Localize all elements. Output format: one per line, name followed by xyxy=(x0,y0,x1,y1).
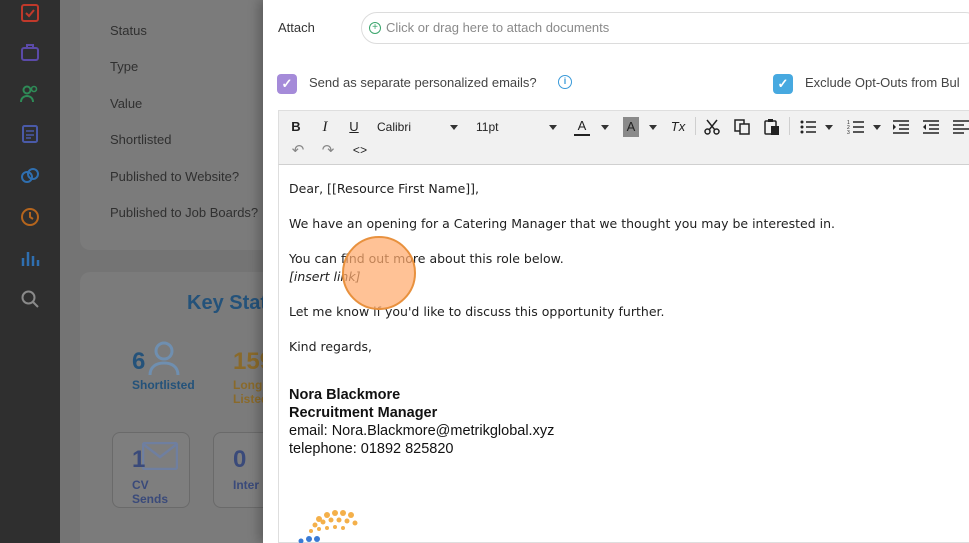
company-logo xyxy=(298,510,358,543)
toolbar-divider xyxy=(695,117,696,135)
body-line: Let me know if you'd like to discuss thi… xyxy=(289,304,665,319)
click-highlight xyxy=(342,236,416,310)
signature-title: Recruitment Manager xyxy=(289,405,438,421)
clock-icon[interactable] xyxy=(19,206,41,228)
chevron-down-icon[interactable] xyxy=(825,125,833,130)
chevron-down-icon[interactable] xyxy=(873,125,881,130)
checkbox-icon[interactable] xyxy=(19,2,41,24)
separate-emails-checkbox[interactable]: ✓ xyxy=(277,74,297,94)
search-icon[interactable] xyxy=(19,288,41,310)
chevron-down-icon[interactable] xyxy=(601,125,609,130)
toolbar-divider xyxy=(789,117,790,135)
key-stats-title: Key Stat xyxy=(187,292,268,314)
attach-label: Attach xyxy=(278,20,315,35)
bullet-list-icon[interactable] xyxy=(799,118,817,136)
chevron-down-icon[interactable] xyxy=(649,125,657,130)
cv-sends-count: 1 xyxy=(132,446,146,473)
document-icon[interactable] xyxy=(19,123,41,145)
undo-button[interactable]: ↶ xyxy=(289,141,307,161)
font-color-button[interactable]: A xyxy=(574,116,590,136)
interviews-count: 0 xyxy=(233,446,247,473)
cv-sends-label: CV Sends xyxy=(132,478,169,506)
longlisted-count: 159 xyxy=(233,348,263,375)
copy-icon[interactable] xyxy=(733,118,751,136)
indent-icon[interactable] xyxy=(892,118,910,136)
underline-button[interactable]: U xyxy=(345,117,363,137)
nav-rail xyxy=(0,0,60,543)
chevron-down-icon[interactable] xyxy=(450,125,458,130)
exclude-optouts-label: Exclude Opt-Outs from Bul xyxy=(805,75,960,90)
chart-icon[interactable] xyxy=(19,247,41,269)
detail-label: Type xyxy=(110,59,139,74)
separate-emails-label: Send as separate personalized emails? xyxy=(309,75,537,90)
longlisted-label: Long Listed xyxy=(233,378,263,406)
envelope-icon xyxy=(142,442,178,470)
redo-button[interactable]: ↷ xyxy=(319,141,337,161)
detail-label: Shortlisted xyxy=(110,132,172,147)
body-closing: Kind regards, xyxy=(289,339,372,354)
shortlisted-label: Shortlisted xyxy=(132,378,195,392)
body-greeting: Dear, [[Resource First Name]], xyxy=(289,181,479,196)
detail-label: Published to Website? xyxy=(110,169,240,184)
person-icon xyxy=(148,341,180,376)
svg-text:3: 3 xyxy=(847,130,850,136)
people-icon[interactable] xyxy=(19,83,41,105)
interviews-label: Inter xyxy=(233,478,260,492)
email-body-editor[interactable]: Dear, [[Resource First Name]], We have a… xyxy=(278,164,969,543)
briefcase-icon[interactable] xyxy=(19,41,41,63)
exclude-optouts-checkbox[interactable]: ✓ xyxy=(773,74,793,94)
editor-toolbar: B I U Calibri 11pt A A Tx 123 ↶ ↷ <> xyxy=(278,110,969,164)
signature-phone: telephone: 01892 825820 xyxy=(289,441,454,457)
signature-name: Nora Blackmore xyxy=(289,387,401,403)
attach-dropzone[interactable]: + Click or drag here to attach documents xyxy=(361,12,969,44)
shortlisted-count: 6 xyxy=(132,348,146,375)
italic-button[interactable]: I xyxy=(316,117,334,137)
clear-format-button[interactable]: Tx xyxy=(667,117,689,137)
detail-label: Value xyxy=(110,96,143,111)
detail-label: Status xyxy=(110,23,147,38)
bold-button[interactable]: B xyxy=(287,117,305,137)
chevron-down-icon[interactable] xyxy=(549,125,557,130)
cut-icon[interactable] xyxy=(703,118,721,136)
add-attachment-icon: + xyxy=(369,22,381,34)
detail-label: Published to Job Boards? xyxy=(110,205,259,220)
align-left-icon[interactable] xyxy=(952,118,969,136)
link-icon[interactable] xyxy=(19,165,41,187)
font-family-select[interactable]: Calibri xyxy=(377,117,437,137)
outdent-icon[interactable] xyxy=(922,118,940,136)
body-line: You can find out more about this role be… xyxy=(289,251,564,266)
signature-email: email: Nora.Blackmore@metrikglobal.xyz xyxy=(289,423,555,439)
body-line: We have an opening for a Catering Manage… xyxy=(289,216,836,231)
source-code-button[interactable]: <> xyxy=(349,141,371,161)
numbered-list-icon[interactable]: 123 xyxy=(847,118,865,136)
info-icon[interactable]: i xyxy=(558,75,572,89)
highlight-color-button[interactable]: A xyxy=(623,117,639,137)
attach-placeholder: Click or drag here to attach documents xyxy=(386,20,610,35)
paste-icon[interactable] xyxy=(763,118,781,136)
font-size-select[interactable]: 11pt xyxy=(476,117,516,137)
